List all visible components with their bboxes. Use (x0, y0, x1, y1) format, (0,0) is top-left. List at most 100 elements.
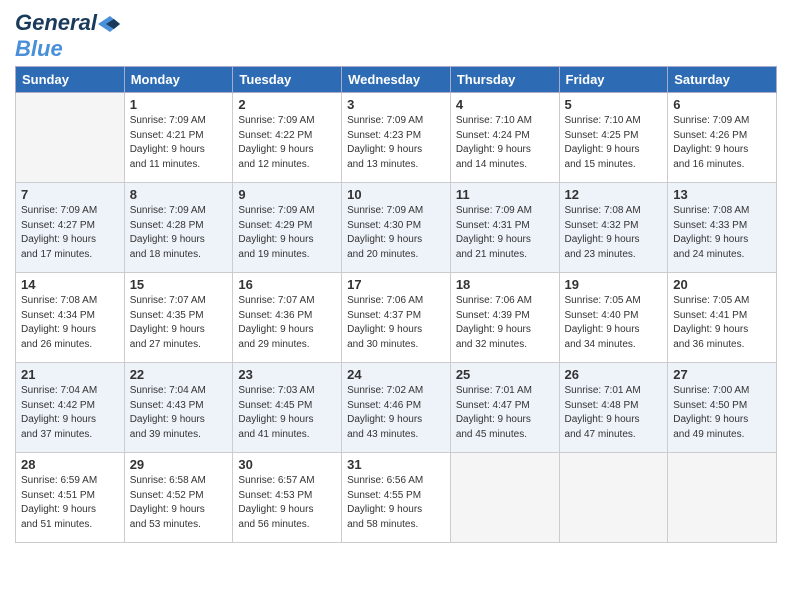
day-info: Sunrise: 7:05 AM Sunset: 4:41 PM Dayligh… (673, 294, 771, 352)
day-number: 4 (456, 97, 554, 112)
calendar-cell: 1Sunrise: 7:09 AM Sunset: 4:21 PM Daylig… (124, 93, 233, 183)
day-number: 13 (673, 187, 771, 202)
day-info: Sunrise: 7:08 AM Sunset: 4:34 PM Dayligh… (21, 294, 119, 352)
calendar-cell: 4 Sunrise: 7:10 AM Sunset: 4:24 PM Daylig… (450, 93, 559, 183)
calendar-cell: 31 Sunrise: 6:56 AM Sunset: 4:55 PM Dayli… (342, 453, 451, 543)
calendar-cell: 8 Sunrise: 7:09 AM Sunset: 4:28 PM Daylig… (124, 183, 233, 273)
day-info: Sunrise: 7:08 AM Sunset: 4:32 PM Dayligh… (565, 204, 663, 262)
calendar-cell: 16 Sunrise: 7:07 AM Sunset: 4:36 PM Dayli… (233, 273, 342, 363)
calendar-cell: 21 Sunrise: 7:04 AM Sunset: 4:42 PM Dayli… (16, 363, 125, 453)
calendar-cell: 2 Sunrise: 7:09 AM Sunset: 4:22 PM Daylig… (233, 93, 342, 183)
day-info: Sunrise: 6:58 AM Sunset: 4:52 PM Dayligh… (130, 474, 228, 532)
calendar-cell (450, 453, 559, 543)
logo-general: General (15, 10, 97, 36)
day-info: Sunrise: 7:05 AM Sunset: 4:40 PM Dayligh… (565, 294, 663, 352)
calendar-cell: 7Sunrise: 7:09 AM Sunset: 4:27 PM Daylig… (16, 183, 125, 273)
day-number: 29 (130, 457, 228, 472)
day-info: Sunrise: 7:09 AM Sunset: 4:31 PM Dayligh… (456, 204, 554, 262)
day-info: Sunrise: 7:01 AM Sunset: 4:47 PM Dayligh… (456, 384, 554, 442)
weekday-header-thursday: Thursday (450, 67, 559, 93)
calendar-cell: 24 Sunrise: 7:02 AM Sunset: 4:46 PM Dayli… (342, 363, 451, 453)
day-info: Sunrise: 7:03 AM Sunset: 4:45 PM Dayligh… (238, 384, 336, 442)
logo: General Blue (15, 10, 120, 62)
calendar-cell: 13 Sunrise: 7:08 AM Sunset: 4:33 PM Dayli… (668, 183, 777, 273)
day-number: 28 (21, 457, 119, 472)
day-info: Sunrise: 7:09 AM Sunset: 4:28 PM Dayligh… (130, 204, 228, 262)
calendar-table: SundayMondayTuesdayWednesdayThursdayFrid… (15, 66, 777, 543)
calendar-cell: 28 Sunrise: 6:59 AM Sunset: 4:51 PM Dayli… (16, 453, 125, 543)
calendar-cell: 22 Sunrise: 7:04 AM Sunset: 4:43 PM Dayli… (124, 363, 233, 453)
day-info: Sunrise: 7:08 AM Sunset: 4:33 PM Dayligh… (673, 204, 771, 262)
day-info: Sunrise: 7:09 AM Sunset: 4:26 PM Dayligh… (673, 114, 771, 172)
day-info: Sunrise: 7:04 AM Sunset: 4:43 PM Dayligh… (130, 384, 228, 442)
day-number: 15 (130, 277, 228, 292)
calendar-cell: 19 Sunrise: 7:05 AM Sunset: 4:40 PM Dayli… (559, 273, 668, 363)
day-info: Sunrise: 6:57 AM Sunset: 4:53 PM Dayligh… (238, 474, 336, 532)
day-number: 18 (456, 277, 554, 292)
calendar-cell (559, 453, 668, 543)
calendar-cell: 29 Sunrise: 6:58 AM Sunset: 4:52 PM Dayli… (124, 453, 233, 543)
day-number: 6 (673, 97, 771, 112)
day-info: Sunrise: 7:09 AM Sunset: 4:22 PM Dayligh… (238, 114, 336, 172)
weekday-header-tuesday: Tuesday (233, 67, 342, 93)
day-info: Sunrise: 7:10 AM Sunset: 4:24 PM Dayligh… (456, 114, 554, 172)
day-info: Sunrise: 7:10 AM Sunset: 4:25 PM Dayligh… (565, 114, 663, 172)
day-info: Sunrise: 7:09 AM Sunset: 4:23 PM Dayligh… (347, 114, 445, 172)
day-number: 3 (347, 97, 445, 112)
day-number: 12 (565, 187, 663, 202)
day-number: 19 (565, 277, 663, 292)
day-info: Sunrise: 7:00 AM Sunset: 4:50 PM Dayligh… (673, 384, 771, 442)
calendar-cell: 17Sunrise: 7:06 AM Sunset: 4:37 PM Dayli… (342, 273, 451, 363)
day-number: 22 (130, 367, 228, 382)
day-info: Sunrise: 7:07 AM Sunset: 4:36 PM Dayligh… (238, 294, 336, 352)
weekday-header-monday: Monday (124, 67, 233, 93)
calendar-cell (16, 93, 125, 183)
day-number: 31 (347, 457, 445, 472)
page: General Blue SundayMondayTuesdayWednesda… (0, 0, 792, 612)
day-info: Sunrise: 7:06 AM Sunset: 4:37 PM Dayligh… (347, 294, 445, 352)
day-number: 10 (347, 187, 445, 202)
calendar-cell: 18 Sunrise: 7:06 AM Sunset: 4:39 PM Dayli… (450, 273, 559, 363)
day-number: 7 (21, 187, 119, 202)
calendar-cell: 5 Sunrise: 7:10 AM Sunset: 4:25 PM Daylig… (559, 93, 668, 183)
calendar-cell: 10 Sunrise: 7:09 AM Sunset: 4:30 PM Dayli… (342, 183, 451, 273)
day-number: 26 (565, 367, 663, 382)
calendar-cell: 15 Sunrise: 7:07 AM Sunset: 4:35 PM Dayli… (124, 273, 233, 363)
day-number: 2 (238, 97, 336, 112)
day-info: Sunrise: 7:02 AM Sunset: 4:46 PM Dayligh… (347, 384, 445, 442)
day-number: 27 (673, 367, 771, 382)
calendar-cell: 23 Sunrise: 7:03 AM Sunset: 4:45 PM Dayli… (233, 363, 342, 453)
day-info: Sunrise: 7:07 AM Sunset: 4:35 PM Dayligh… (130, 294, 228, 352)
calendar-cell: 12 Sunrise: 7:08 AM Sunset: 4:32 PM Dayli… (559, 183, 668, 273)
day-info: Sunrise: 7:09 AM Sunset: 4:29 PM Dayligh… (238, 204, 336, 262)
calendar-cell: 30 Sunrise: 6:57 AM Sunset: 4:53 PM Dayli… (233, 453, 342, 543)
calendar-cell: 20 Sunrise: 7:05 AM Sunset: 4:41 PM Dayli… (668, 273, 777, 363)
day-number: 9 (238, 187, 336, 202)
day-number: 16 (238, 277, 336, 292)
weekday-header-sunday: Sunday (16, 67, 125, 93)
day-number: 24 (347, 367, 445, 382)
day-number: 1 (130, 97, 228, 112)
weekday-header-wednesday: Wednesday (342, 67, 451, 93)
day-info: Sunrise: 6:56 AM Sunset: 4:55 PM Dayligh… (347, 474, 445, 532)
header: General Blue (15, 10, 777, 62)
weekday-header-friday: Friday (559, 67, 668, 93)
day-number: 8 (130, 187, 228, 202)
day-info: Sunrise: 7:09 AM Sunset: 4:30 PM Dayligh… (347, 204, 445, 262)
calendar-cell: 3 Sunrise: 7:09 AM Sunset: 4:23 PM Daylig… (342, 93, 451, 183)
day-number: 23 (238, 367, 336, 382)
calendar-cell: 27 Sunrise: 7:00 AM Sunset: 4:50 PM Dayli… (668, 363, 777, 453)
logo-blue: Blue (15, 36, 63, 61)
weekday-header-saturday: Saturday (668, 67, 777, 93)
day-number: 11 (456, 187, 554, 202)
day-number: 5 (565, 97, 663, 112)
day-number: 30 (238, 457, 336, 472)
day-info: Sunrise: 7:04 AM Sunset: 4:42 PM Dayligh… (21, 384, 119, 442)
day-number: 21 (21, 367, 119, 382)
calendar-cell: 6 Sunrise: 7:09 AM Sunset: 4:26 PM Daylig… (668, 93, 777, 183)
day-number: 14 (21, 277, 119, 292)
day-info: Sunrise: 6:59 AM Sunset: 4:51 PM Dayligh… (21, 474, 119, 532)
day-info: Sunrise: 7:06 AM Sunset: 4:39 PM Dayligh… (456, 294, 554, 352)
calendar-cell: 26Sunrise: 7:01 AM Sunset: 4:48 PM Dayli… (559, 363, 668, 453)
day-number: 20 (673, 277, 771, 292)
